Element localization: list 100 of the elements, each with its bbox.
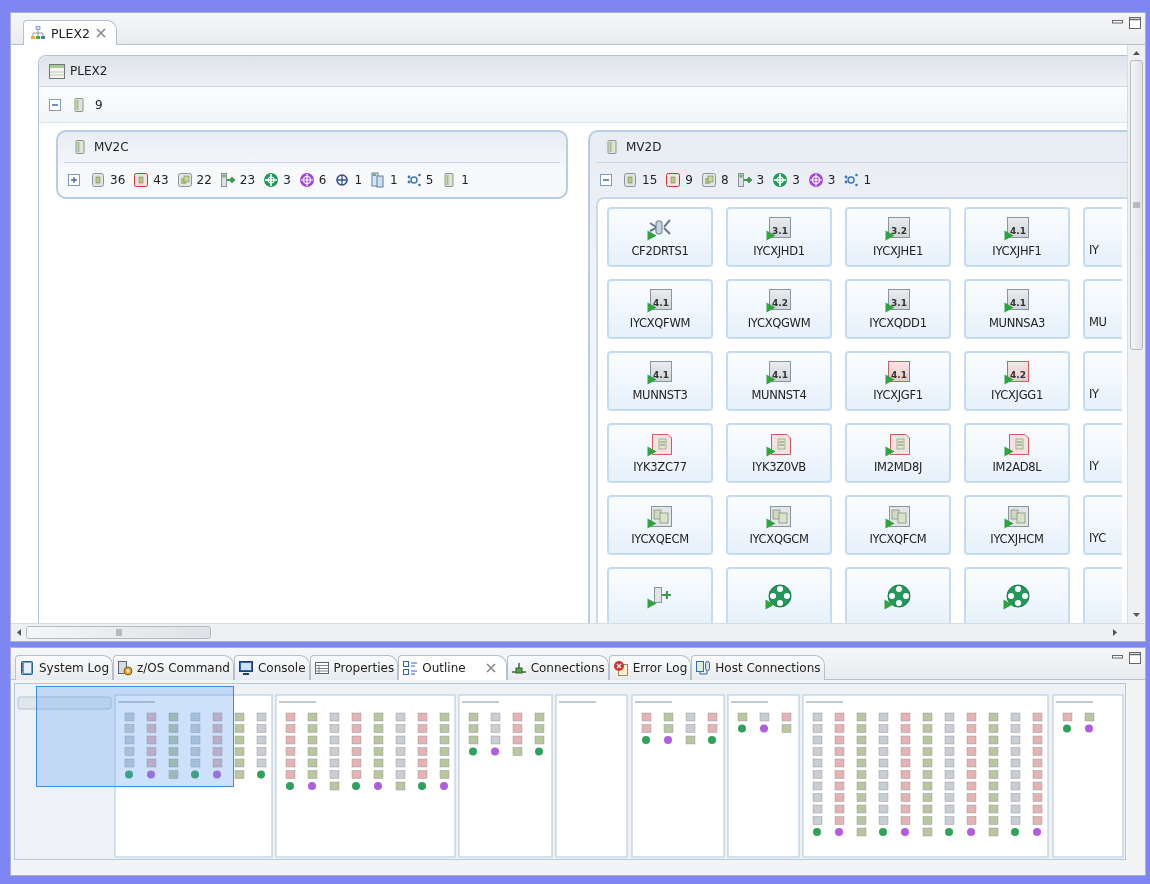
region-tile[interactable]: IYCXJHCM <box>964 495 1070 555</box>
region-tile[interactable]: 4.2 IYCXQGWM <box>726 279 832 339</box>
plug-icon <box>510 660 527 676</box>
system-count: 9 <box>95 97 103 112</box>
region-tile[interactable] <box>845 567 951 623</box>
notebook-icon <box>19 660 35 676</box>
version-icon: 4.1 <box>1004 216 1030 241</box>
region-icon <box>90 172 106 188</box>
monitor-icon <box>237 660 254 676</box>
resource-count: 43 <box>153 173 169 187</box>
region-tile[interactable]: 4.1 MUNNST3 <box>607 351 713 411</box>
link-icon <box>219 172 236 188</box>
region-tile[interactable]: IY <box>1083 351 1122 411</box>
editor-tab[interactable]: PLEX2 <box>23 20 117 45</box>
view-tab[interactable]: Outline <box>398 655 507 680</box>
resource-count: 1 <box>354 173 363 187</box>
collapse-button[interactable] <box>600 174 612 186</box>
maximize-icon[interactable] <box>1129 652 1141 664</box>
version-icon: 4.2 <box>766 288 792 313</box>
region-tile[interactable]: IYCXQGCM <box>726 495 832 555</box>
view-tab[interactable]: Host Connections <box>691 655 825 680</box>
link-icon <box>736 172 753 188</box>
resource-count: 36 <box>110 173 126 187</box>
region-tile[interactable]: 4.1 MUNNST4 <box>726 351 832 411</box>
network-icon <box>772 172 789 188</box>
scrollbar-thumb[interactable] <box>1130 60 1143 350</box>
region-tile[interactable] <box>1083 567 1122 623</box>
maximize-icon[interactable] <box>1129 17 1141 29</box>
region-tile[interactable]: 4.1 IYCXQFWM <box>607 279 713 339</box>
scrollbar-thumb[interactable] <box>26 626 211 639</box>
vertical-scrollbar[interactable] <box>1127 45 1145 623</box>
resource-count: 22 <box>196 173 212 187</box>
minus-icon <box>602 176 610 184</box>
version-icon: 4.1 <box>647 288 673 313</box>
collapse-button[interactable] <box>49 98 61 111</box>
resource-count: 1 <box>461 173 469 187</box>
region-tile[interactable]: IM2MD8J <box>845 423 951 483</box>
resource-count: 1 <box>390 173 398 187</box>
region-tile[interactable]: 4.1 IYCXJGF1 <box>845 351 951 411</box>
resource-count: 3 <box>792 173 800 187</box>
region-tile[interactable]: 3.1 IYCXQDD1 <box>845 279 951 339</box>
view-tab[interactable]: Error Log <box>608 655 692 680</box>
window-icon <box>49 63 65 79</box>
region-tile[interactable] <box>726 567 832 623</box>
scroll-down-icon[interactable] <box>1132 611 1141 619</box>
version-icon: 4.1 <box>1004 288 1030 313</box>
resource-count: 1 <box>863 173 872 187</box>
view-tab[interactable]: Console <box>233 655 310 680</box>
resource-count: 3 <box>283 173 291 187</box>
region-tile[interactable]: 4.1 IYCXJHF1 <box>964 207 1070 267</box>
expand-button[interactable] <box>68 174 80 186</box>
region-tile[interactable]: IYK3ZC77 <box>607 423 713 483</box>
resource-count: 5 <box>425 173 434 187</box>
resource-count: 3 <box>827 173 836 187</box>
outline-icon <box>402 660 419 676</box>
region-tile[interactable]: CF2DRTS1 <box>607 207 713 267</box>
region-tile[interactable]: IM2AD8L <box>964 423 1070 483</box>
server-icon <box>604 139 620 155</box>
scroll-left-icon[interactable] <box>15 628 23 637</box>
region-tile[interactable]: IYK3Z0VB <box>726 423 832 483</box>
region-tile[interactable]: 4.1 MUNNSA3 <box>964 279 1070 339</box>
close-icon[interactable] <box>95 28 106 38</box>
group-icon <box>176 172 193 188</box>
stack-icon <box>370 172 387 188</box>
region-tile[interactable] <box>607 567 713 623</box>
scroll-up-icon[interactable] <box>1132 49 1141 57</box>
region-icon <box>133 172 150 188</box>
region-tile[interactable]: MU <box>1083 279 1122 339</box>
region-tile[interactable]: 4.2 IYCXJGG1 <box>964 351 1070 411</box>
region-tile[interactable]: IYC <box>1083 495 1122 555</box>
region-icon <box>622 172 638 188</box>
server-icon <box>72 139 88 155</box>
horizontal-scrollbar[interactable] <box>11 623 1145 641</box>
close-icon[interactable] <box>485 663 496 673</box>
view-tab[interactable]: z/OS Command <box>113 655 234 680</box>
view-tab[interactable]: System Log <box>15 655 113 680</box>
network-icon <box>807 172 824 188</box>
region-tile[interactable]: 3.1 IYCXJHD1 <box>726 207 832 267</box>
region-tile[interactable]: IY <box>1083 207 1122 267</box>
region-tile[interactable]: IYCXQFCM <box>845 495 951 555</box>
port-icon <box>334 172 351 188</box>
version-icon: 4.2 <box>1004 360 1030 385</box>
viewport-selector[interactable] <box>36 686 234 787</box>
group-icon <box>700 172 717 188</box>
resource-count: 3 <box>756 173 765 187</box>
region-tile[interactable]: 3.2 IYCXJHE1 <box>845 207 951 267</box>
resource-count: 9 <box>685 173 693 187</box>
table-icon <box>313 660 330 676</box>
server-icon <box>71 96 87 113</box>
resource-count: 23 <box>239 173 256 187</box>
hierarchy-icon <box>30 26 46 40</box>
version-icon: 3.1 <box>766 216 792 241</box>
region-tile[interactable]: IY <box>1083 423 1122 483</box>
version-icon: 4.1 <box>766 360 792 385</box>
region-tile[interactable] <box>964 567 1070 623</box>
version-icon: 3.2 <box>885 216 911 241</box>
region-tile[interactable]: IYCXQECM <box>607 495 713 555</box>
view-tab[interactable]: Properties <box>309 655 399 680</box>
view-tab[interactable]: Connections <box>506 655 609 680</box>
scroll-right-icon[interactable] <box>1111 628 1119 637</box>
